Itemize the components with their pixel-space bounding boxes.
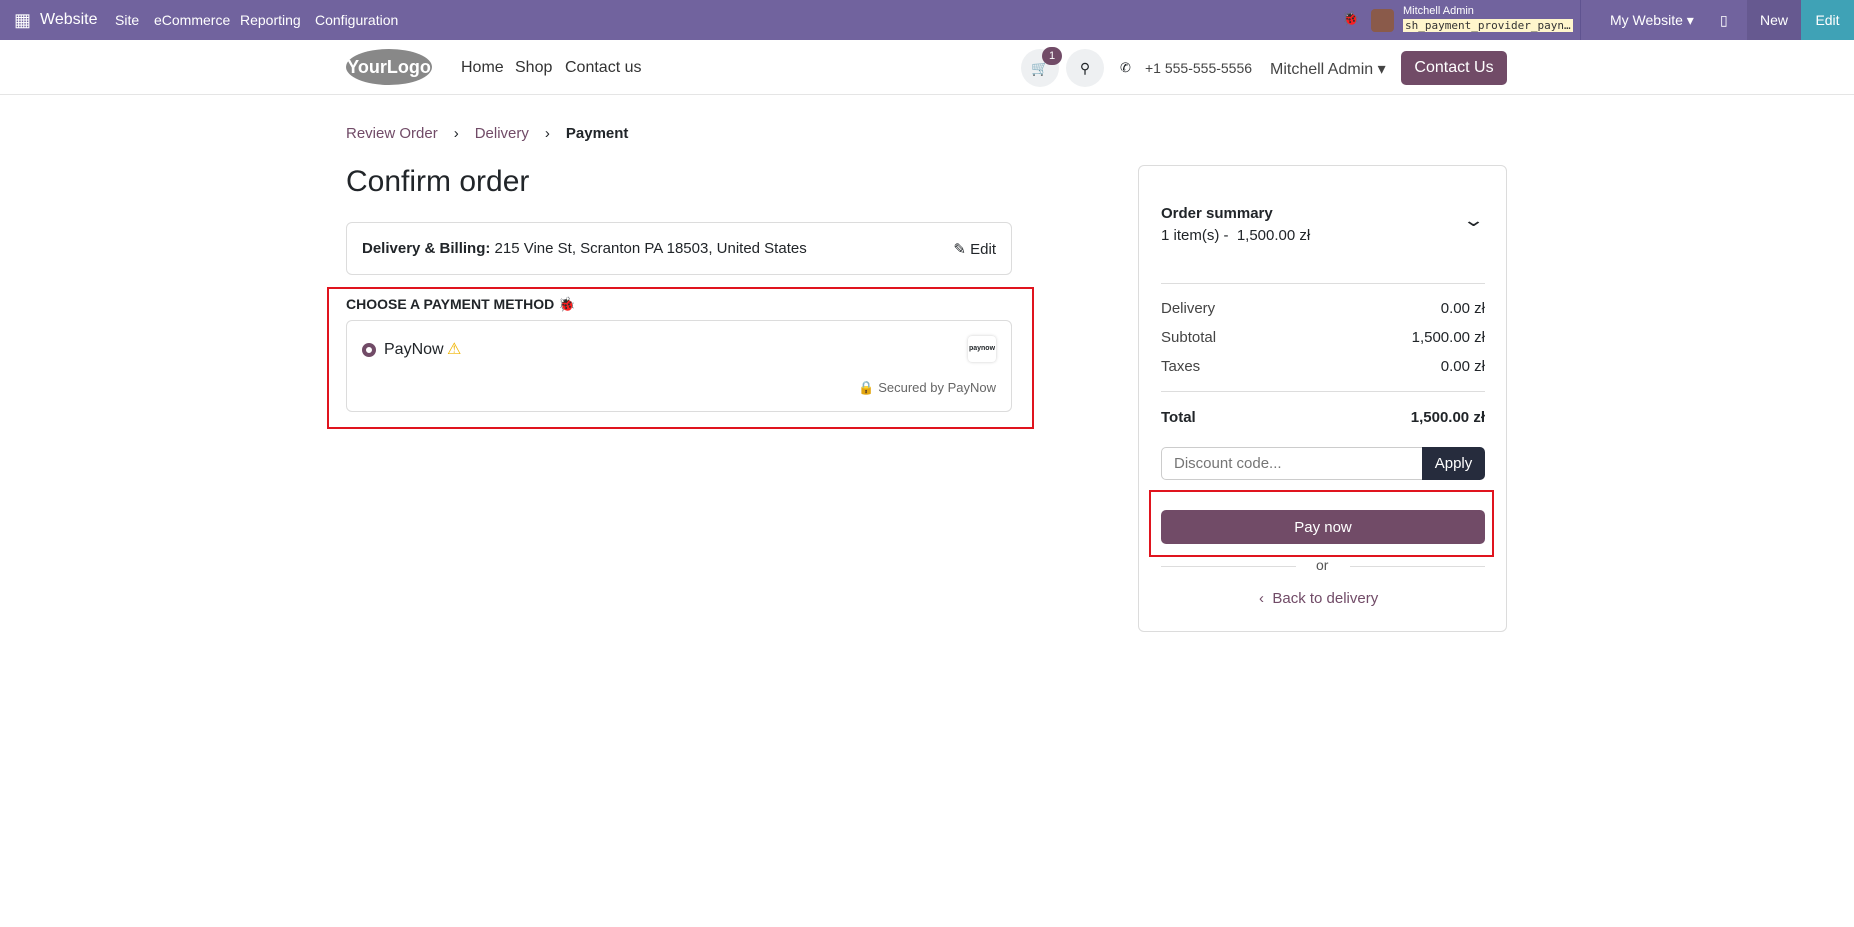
warning-icon: ⚠ xyxy=(447,341,462,358)
breadcrumb-payment: Payment xyxy=(565,125,629,142)
database-name: sh_payment_provider_payn… xyxy=(1403,19,1573,32)
divider xyxy=(1161,566,1296,567)
pencil-icon: ✎ xyxy=(953,241,966,258)
apply-button[interactable]: Apply xyxy=(1422,447,1485,480)
total-value: 1,500.00 zł xyxy=(1410,409,1485,426)
phone-icon: ✆ xyxy=(1120,60,1131,75)
row-label: Taxes xyxy=(1161,358,1201,375)
summary-row-subtotal: Subtotal 1,500.00 zł xyxy=(1161,329,1485,346)
payment-heading-text: CHOOSE A PAYMENT METHOD xyxy=(346,296,555,312)
cart-count-badge: 1 xyxy=(1042,47,1062,65)
website-switcher[interactable]: My Website ▾ xyxy=(1610,12,1694,29)
paynow-logo: paynow xyxy=(968,336,996,362)
total-label: Total xyxy=(1161,409,1196,426)
menu-ecommerce[interactable]: eCommerce xyxy=(154,12,230,28)
new-button[interactable]: New xyxy=(1747,0,1801,40)
menu-configuration[interactable]: Configuration xyxy=(315,12,398,28)
row-value: 0.00 zł xyxy=(1440,358,1485,375)
summary-row-delivery: Delivery 0.00 zł xyxy=(1161,300,1485,317)
row-value: 0.00 zł xyxy=(1440,300,1485,317)
payment-method-name: PayNow xyxy=(384,341,444,358)
app-name[interactable]: Website xyxy=(40,11,98,29)
divider xyxy=(1161,283,1485,284)
menu-site[interactable]: Site xyxy=(115,12,139,28)
chevron-right-icon: › xyxy=(544,125,550,142)
payment-heading: CHOOSE A PAYMENT METHOD 🐞 xyxy=(346,296,576,313)
website-label: My Website xyxy=(1610,12,1683,28)
divider xyxy=(1161,391,1485,392)
nav-contact[interactable]: Contact us xyxy=(565,59,641,77)
bug-icon: 🐞 xyxy=(558,296,576,312)
chevron-left-icon: ‹ xyxy=(1259,590,1264,607)
nav-home[interactable]: Home xyxy=(461,59,504,77)
breadcrumb: Review Order › Delivery › Payment xyxy=(346,125,628,142)
edit-label: Edit xyxy=(970,241,996,258)
divider xyxy=(1580,0,1581,40)
pay-now-button[interactable]: Pay now xyxy=(1161,510,1485,544)
row-label: Delivery xyxy=(1161,300,1216,317)
site-logo[interactable]: YourLogo xyxy=(346,49,432,85)
apps-menu-icon[interactable]: ▦ xyxy=(14,10,31,31)
contact-us-button[interactable]: Contact Us xyxy=(1401,51,1507,85)
summary-items: 1 item(s) - 1,500.00 zł xyxy=(1161,227,1311,244)
debug-bug-icon[interactable]: 🐞 xyxy=(1342,10,1359,27)
or-separator: or xyxy=(1316,557,1329,573)
secured-label: Secured by PayNow xyxy=(878,380,996,395)
address-value: 215 Vine St, Scranton PA 18503, United S… xyxy=(494,240,807,257)
mobile-preview-icon[interactable]: ▯ xyxy=(1720,12,1728,29)
address-card: Delivery & Billing: 215 Vine St, Scranto… xyxy=(346,222,1012,275)
search-button[interactable]: ⚲ xyxy=(1066,49,1104,87)
summary-row-taxes: Taxes 0.00 zł xyxy=(1161,358,1485,375)
user-menu-label: Mitchell Admin xyxy=(1270,61,1374,78)
edit-address-link[interactable]: ✎ Edit xyxy=(953,240,996,258)
menu-reporting[interactable]: Reporting xyxy=(240,12,301,28)
back-to-delivery-link[interactable]: ‹ Back to delivery xyxy=(1259,590,1378,607)
breadcrumb-review-order[interactable]: Review Order xyxy=(346,125,438,142)
avatar[interactable] xyxy=(1371,9,1394,32)
chevron-right-icon: › xyxy=(453,125,459,142)
row-value: 1,500.00 zł xyxy=(1411,329,1485,346)
lock-icon: 🔒 xyxy=(858,380,875,395)
summary-row-total: Total 1,500.00 zł xyxy=(1161,409,1485,426)
address-text: Delivery & Billing: 215 Vine St, Scranto… xyxy=(362,240,807,257)
breadcrumb-delivery[interactable]: Delivery xyxy=(475,125,529,142)
top-navbar: ▦ Website Site eCommerce Reporting Confi… xyxy=(0,0,1854,40)
radio-selected[interactable] xyxy=(362,343,376,357)
discount-code-input[interactable] xyxy=(1161,447,1423,480)
edit-button[interactable]: Edit xyxy=(1801,0,1854,40)
row-label: Subtotal xyxy=(1161,329,1217,346)
address-label: Delivery & Billing: xyxy=(362,240,491,257)
back-label: Back to delivery xyxy=(1272,590,1379,607)
secured-text: 🔒 Secured by PayNow xyxy=(858,380,996,396)
site-header: YourLogo xyxy=(0,40,1854,95)
phone-number[interactable]: +1 555-555-5556 xyxy=(1145,60,1252,76)
nav-shop[interactable]: Shop xyxy=(515,59,552,77)
summary-title[interactable]: Order summary xyxy=(1161,205,1273,222)
payment-method-card[interactable]: PayNow ⚠ paynow 🔒 Secured by PayNow xyxy=(346,320,1012,412)
user-name[interactable]: Mitchell Admin xyxy=(1403,5,1474,17)
user-menu[interactable]: Mitchell Admin ▾ xyxy=(1270,59,1386,79)
page-title: Confirm order xyxy=(346,165,530,198)
chevron-down-icon[interactable]: ⌄ xyxy=(1462,210,1485,231)
search-icon: ⚲ xyxy=(1079,59,1091,76)
divider xyxy=(1350,566,1485,567)
